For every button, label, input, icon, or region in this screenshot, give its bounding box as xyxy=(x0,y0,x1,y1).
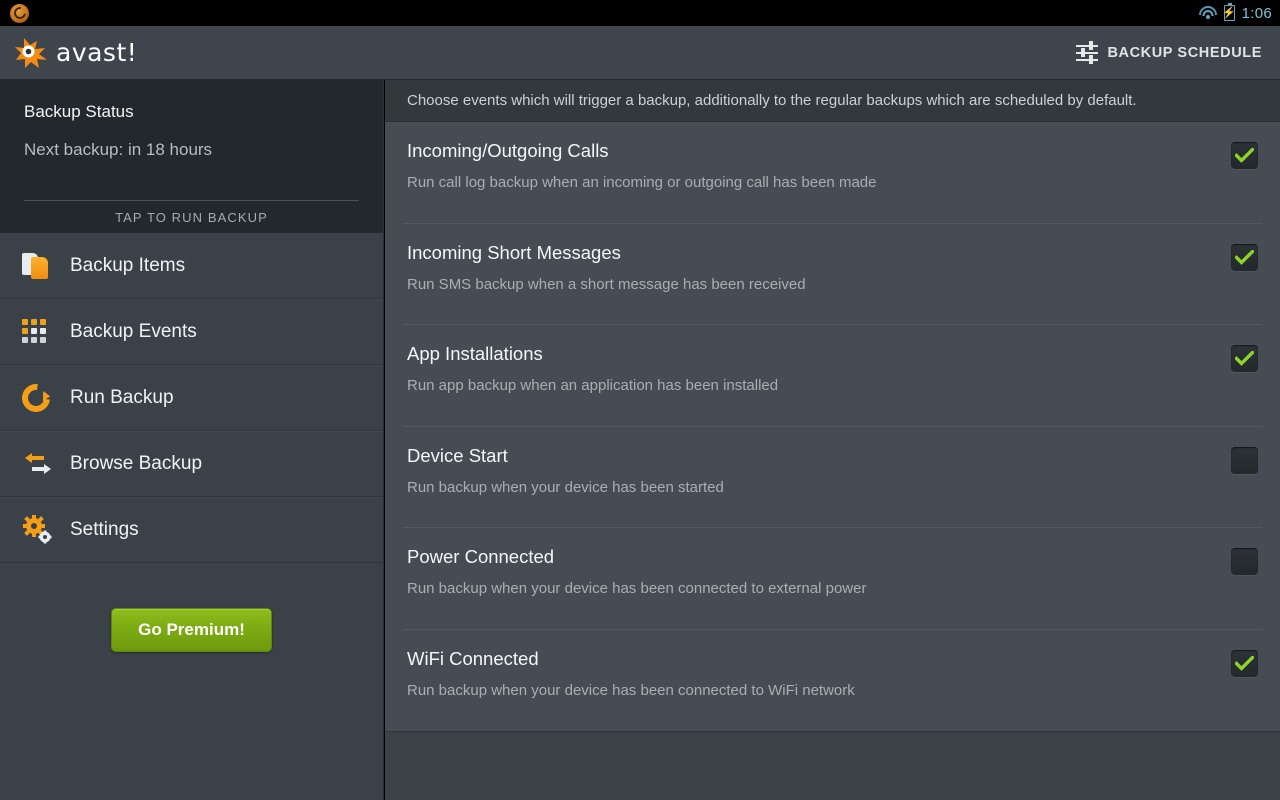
event-description: Run backup when your device has been sta… xyxy=(407,478,724,496)
avast-notification-icon[interactable] xyxy=(10,3,29,23)
event-text: WiFi Connected Run backup when your devi… xyxy=(407,648,1231,699)
sidebar-item-backup-events[interactable]: Backup Events xyxy=(0,299,383,365)
event-title: Power Connected xyxy=(407,546,555,567)
event-title: Incoming Short Messages xyxy=(407,241,621,263)
event-title: WiFi Connected xyxy=(407,647,539,669)
status-bar-right: ⚡ 1:06 xyxy=(1198,3,1272,22)
wifi-icon xyxy=(1198,6,1217,20)
event-title: Incoming/Outgoing Calls xyxy=(407,140,609,161)
event-checkbox[interactable] xyxy=(1231,548,1258,575)
sidebar-item-label: Settings xyxy=(70,519,139,540)
event-row[interactable]: Incoming/Outgoing Calls Run call log bac… xyxy=(385,122,1280,224)
sidebar-item-label: Backup Items xyxy=(70,254,186,276)
go-premium-button[interactable]: Go Premium! xyxy=(111,608,272,652)
event-row[interactable]: Device Start Run backup when your device… xyxy=(385,427,1280,528)
tap-to-run-backup-label: TAP TO RUN BACKUP xyxy=(115,210,268,225)
premium-section: Go Premium! xyxy=(0,563,383,652)
event-row[interactable]: App Installations Run app backup when an… xyxy=(385,325,1280,427)
event-text: App Installations Run app backup when an… xyxy=(407,343,1231,394)
documents-icon xyxy=(22,251,64,281)
event-checkbox[interactable] xyxy=(1231,142,1258,169)
next-backup-text: Next backup: in 18 hours xyxy=(24,140,213,159)
grid-icon xyxy=(22,319,64,345)
event-text: Incoming Short Messages Run SMS backup w… xyxy=(407,242,1231,293)
event-description: Run app backup when an application has b… xyxy=(407,377,779,394)
action-bar: avast! BACKUP SCHEDULE xyxy=(0,26,1280,80)
event-description: Run call log backup when an incoming or … xyxy=(407,174,877,191)
main-content: Choose events which will trigger a backu… xyxy=(385,80,1280,800)
refresh-circle-icon xyxy=(16,378,64,418)
battery-charging-icon: ⚡ xyxy=(1222,3,1236,21)
event-description: Run SMS backup when a short message has … xyxy=(407,275,806,293)
backup-status-title: Backup Status xyxy=(24,102,134,121)
event-checkbox[interactable] xyxy=(1231,345,1258,372)
list-bottom-area xyxy=(385,731,1280,800)
event-description: Run backup when your device has been con… xyxy=(407,681,855,699)
content-hint-text: Choose events which will trigger a backu… xyxy=(407,92,1137,109)
sidebar-item-label: Run Backup xyxy=(70,387,174,408)
sidebar-item-label: Browse Backup xyxy=(70,453,203,474)
backup-schedule-button[interactable]: BACKUP SCHEDULE xyxy=(1072,26,1266,80)
event-row[interactable]: Power Connected Run backup when your dev… xyxy=(385,528,1280,630)
event-title: Device Start xyxy=(407,444,508,466)
event-checkbox[interactable] xyxy=(1231,649,1258,677)
event-checkbox[interactable] xyxy=(1231,243,1258,271)
sidebar-item-backup-items[interactable]: Backup Items xyxy=(0,233,383,299)
sidebar-item-browse-backup[interactable]: Browse Backup xyxy=(0,431,383,497)
app-screen: ⚡ 1:06 avast! BACKUP SCHEDULE Backup Sta… xyxy=(0,0,1280,800)
status-bar-clock: 1:06 xyxy=(1241,4,1272,22)
app-logo[interactable]: avast! xyxy=(14,36,137,70)
backup-events-list: Incoming/Outgoing Calls Run call log bac… xyxy=(385,122,1280,731)
event-checkbox[interactable] xyxy=(1231,446,1258,474)
arrows-icon xyxy=(22,451,64,477)
backup-schedule-label: BACKUP SCHEDULE xyxy=(1107,44,1262,61)
sidebar-item-settings[interactable]: Settings xyxy=(0,497,383,563)
event-text: Device Start Run backup when your device… xyxy=(407,445,1231,496)
sidebar-item-label: Backup Events xyxy=(70,321,197,342)
event-row[interactable]: WiFi Connected Run backup when your devi… xyxy=(385,630,1280,732)
backup-status-panel[interactable]: Backup Status Next backup: in 18 hours T… xyxy=(0,80,383,233)
sidebar: Backup Status Next backup: in 18 hours T… xyxy=(0,80,384,800)
event-row[interactable]: Incoming Short Messages Run SMS backup w… xyxy=(385,224,1280,325)
event-text: Incoming/Outgoing Calls Run call log bac… xyxy=(407,140,1231,191)
status-divider xyxy=(24,200,359,201)
app-logo-text: avast! xyxy=(56,38,138,67)
sidebar-menu: Backup Items Backup Events Run Backup Br… xyxy=(0,233,383,563)
event-title: App Installations xyxy=(407,343,543,364)
android-status-bar: ⚡ 1:06 xyxy=(0,0,1280,26)
sliders-icon xyxy=(1076,40,1099,64)
content-hint: Choose events which will trigger a backu… xyxy=(385,80,1280,122)
event-text: Power Connected Run backup when your dev… xyxy=(407,546,1231,597)
avast-logo-icon xyxy=(14,36,52,70)
gears-icon xyxy=(22,515,64,545)
sidebar-item-run-backup[interactable]: Run Backup xyxy=(0,365,383,431)
event-description: Run backup when your device has been con… xyxy=(407,580,867,597)
